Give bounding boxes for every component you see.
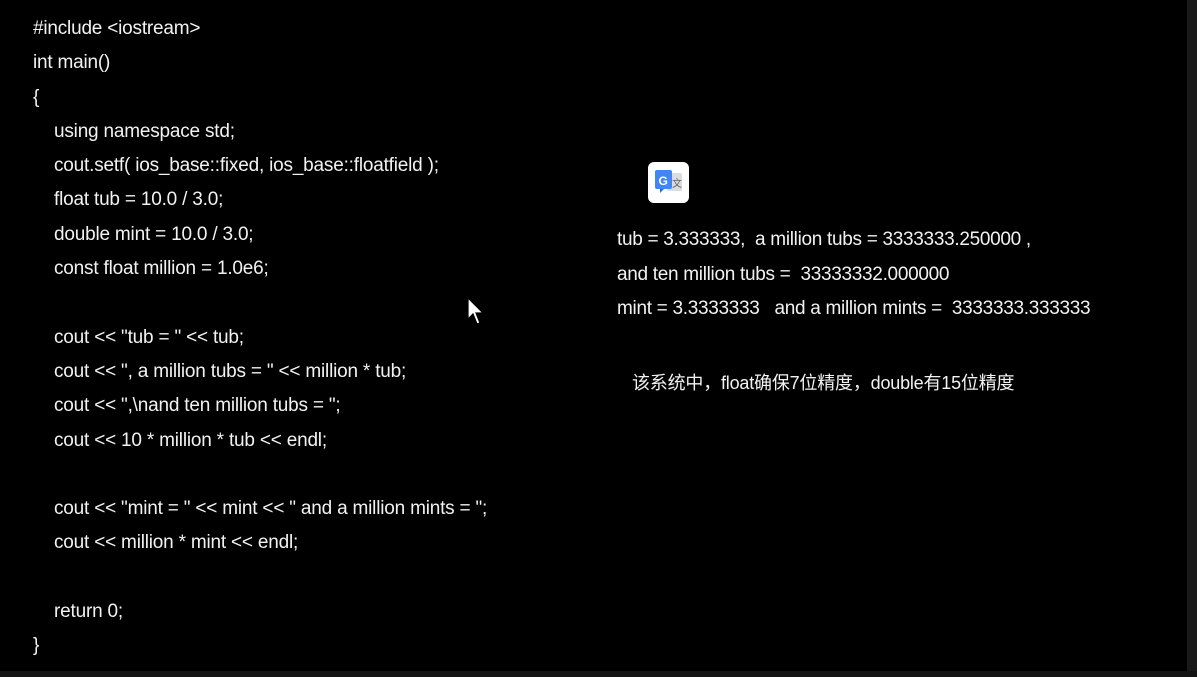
code-line: { [33,86,40,108]
google-translate-icon: 文 G [655,170,682,193]
code-line: float tub = 10.0 / 3.0; [54,189,224,211]
code-line: cout << million * mint << endl; [54,532,299,554]
mouse-cursor-icon [467,296,485,332]
google-translate-button[interactable]: 文 G [648,162,689,203]
output-line: and ten million tubs = 33333332.000000 [617,263,950,285]
code-line: int main() [33,52,111,74]
code-line: cout << "mint = " << mint << " and a mil… [54,498,488,520]
code-line: double mint = 10.0 / 3.0; [54,223,254,245]
code-line: } [33,635,40,657]
code-line: const float million = 1.0e6; [54,258,269,280]
code-line: using namespace std; [54,120,235,142]
output-line: tub = 3.333333, a million tubs = 3333333… [617,229,1031,250]
svg-text:G: G [659,174,668,188]
output-line: mint = 3.3333333 and a million mints = 3… [617,298,1091,319]
svg-text:文: 文 [672,177,682,190]
code-line: return 0; [54,601,123,623]
code-line: cout.setf( ios_base::fixed, ios_base::fl… [54,155,439,177]
code-line: #include <iostream> [33,18,201,39]
video-frame: #include <iostream> int main() { using n… [0,0,1197,677]
frame-edge-bottom [0,671,1197,677]
code-line: cout << "tub = " << tub; [54,326,244,348]
code-line: cout << ", a million tubs = " << million… [54,360,407,382]
program-output: tub = 3.333333, a million tubs = 3333333… [617,223,1187,327]
code-line: cout << ",\nand ten million tubs = "; [54,395,341,417]
code-listing: #include <iostream> int main() { using n… [33,12,593,664]
precision-note: 该系统中，float确保7位精度，double有15位精度 [632,373,1015,393]
code-line: cout << 10 * million * tub << endl; [54,429,327,451]
frame-edge-right [1187,0,1197,677]
